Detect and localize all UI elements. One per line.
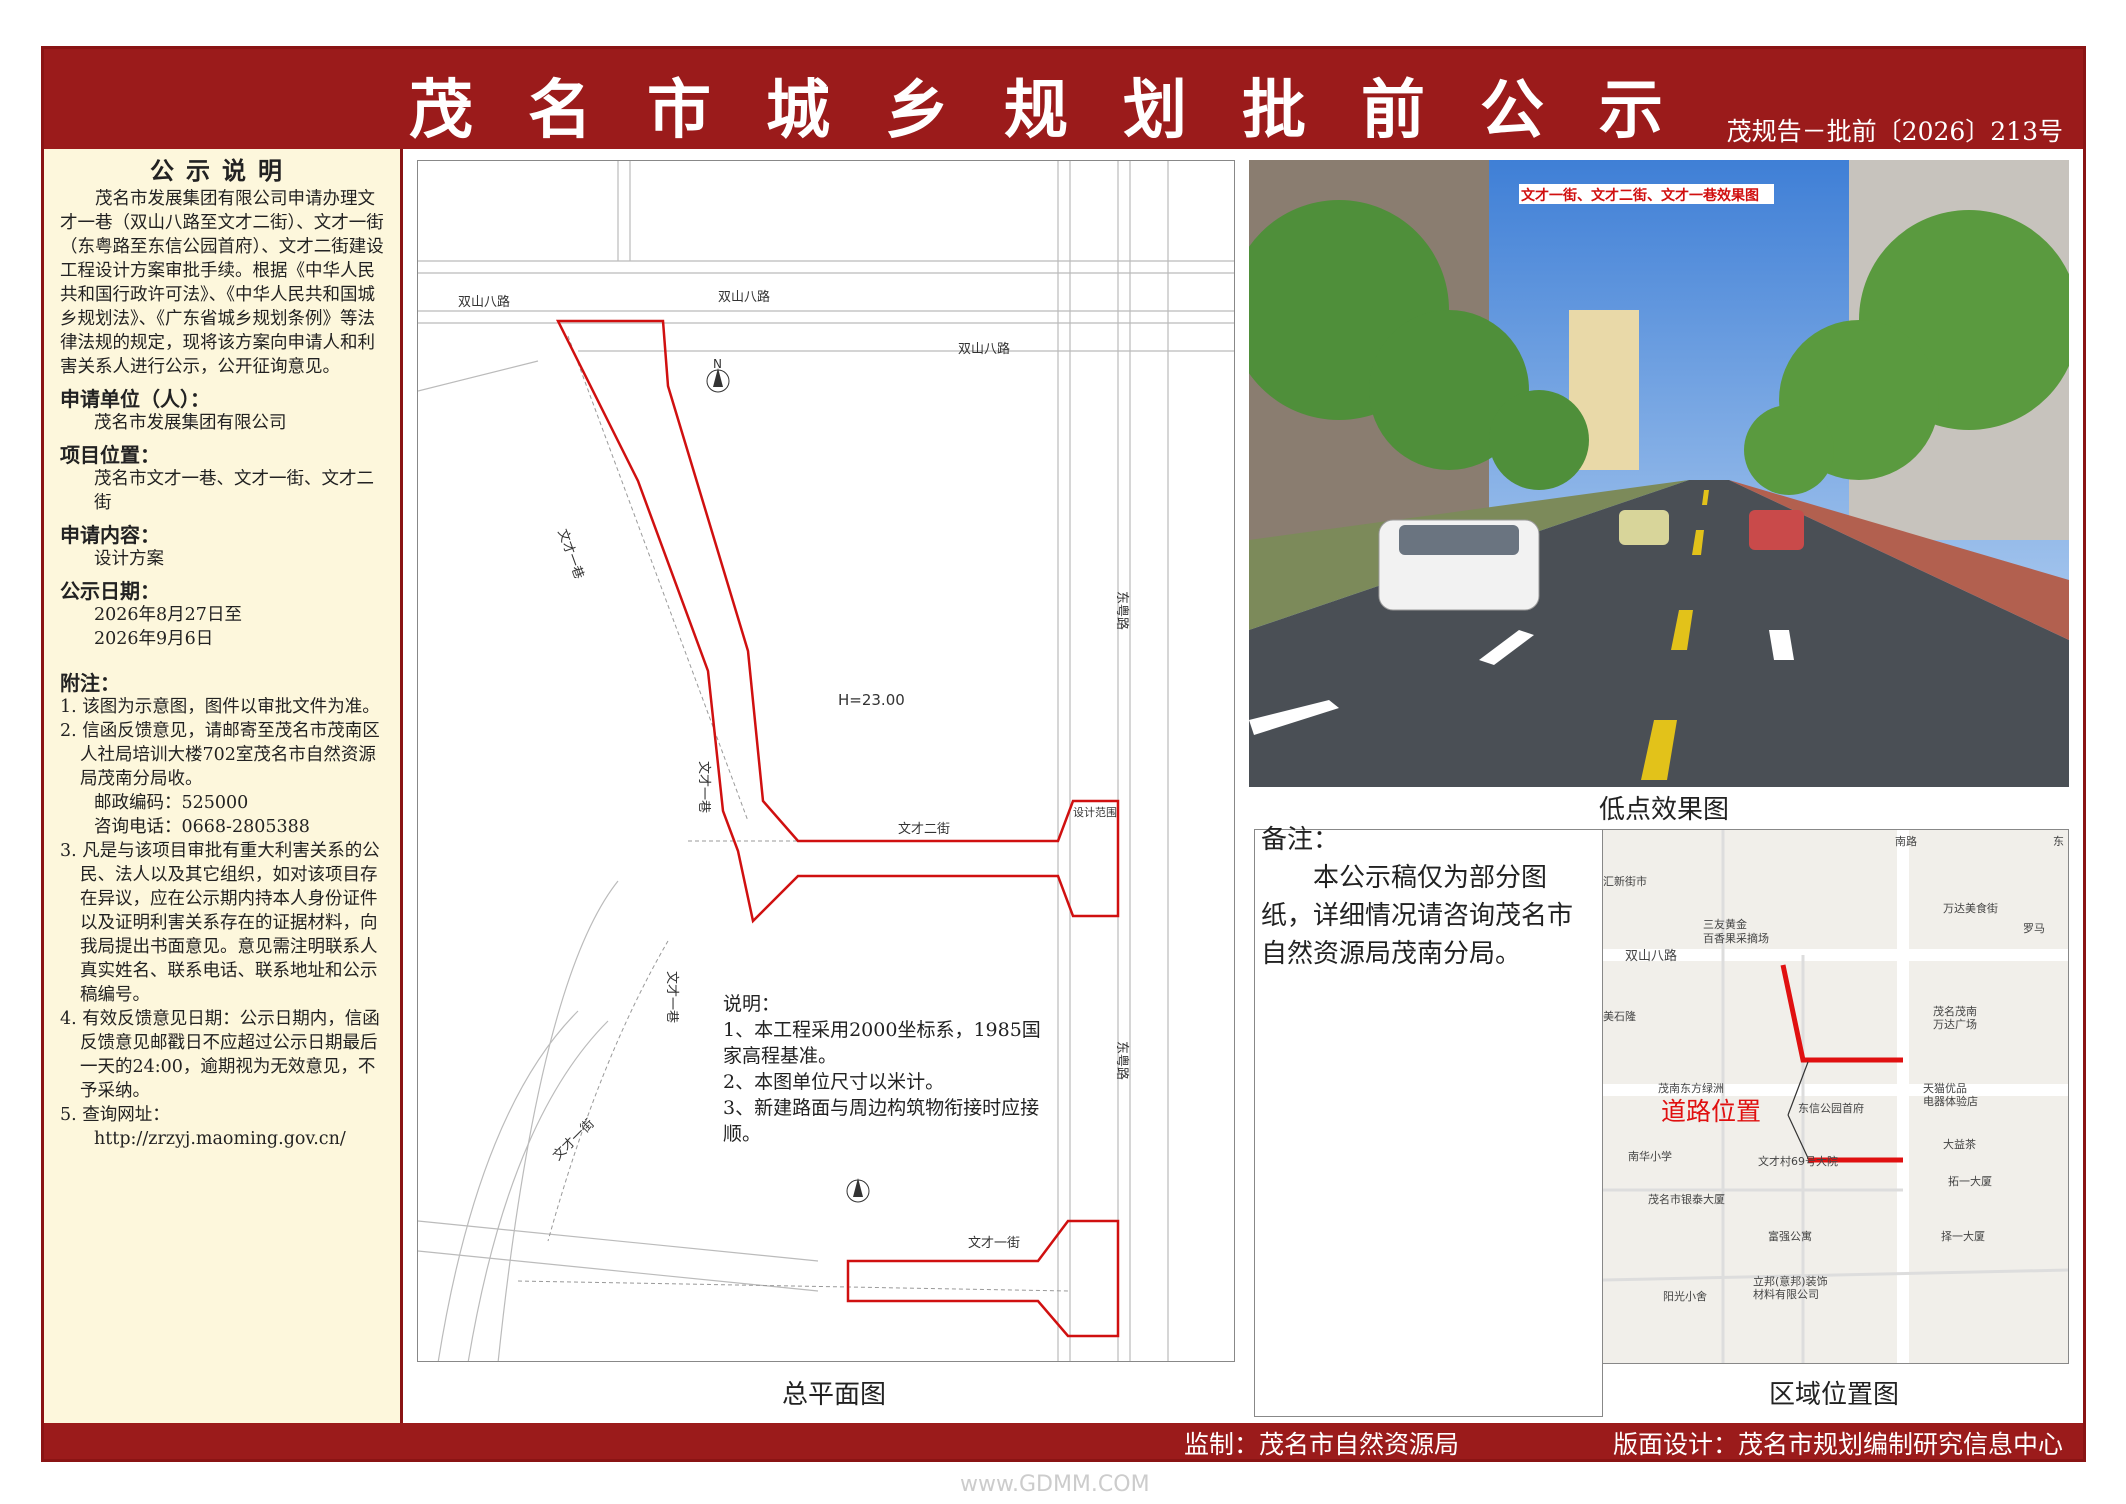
supervisor-credit: 监制：茂名市自然资源局 xyxy=(1184,1430,1460,1459)
explain-item-3: 3、新建路面与周边构筑物衔接时应接顺。 xyxy=(723,1097,1040,1145)
location-label: 项目位置： xyxy=(60,443,160,467)
render-banner: 文才一街、文才二街、文才一巷效果图 xyxy=(1521,188,1759,204)
location-value: 茂名市文才一巷、文才一街、文才二街 xyxy=(94,469,374,513)
poi-2: 百香果采摘场 xyxy=(1703,931,1769,945)
label-wencai-lane-2: 文才一巷 xyxy=(696,761,711,813)
road-position-marker xyxy=(1780,964,1903,1163)
remarks-text: 本公示稿仅为部分图纸，详细情况请咨询茂名市自然资源局茂南分局。 xyxy=(1261,863,1574,969)
postcode: 邮政编码：525000 xyxy=(94,793,249,813)
location-map: 道路位置 汇新街市 三友黄金 百香果采摘场 双山八路 万达美食街 罗马 茂名茂南… xyxy=(1602,829,2069,1364)
car-red xyxy=(1749,510,1804,550)
watermark: www.GDMM.COM xyxy=(960,1472,1150,1497)
site-plan-caption: 总平面图 xyxy=(781,1380,886,1410)
poi-5: 罗马 xyxy=(2023,922,2045,935)
car-yellow xyxy=(1619,510,1669,545)
notice-board: 茂名市城乡规划批前公示 茂规告－批前〔2026〕213号 公示说明 茂名市发展集… xyxy=(41,46,2086,1462)
poi-15: 文才村69号大院 xyxy=(1758,1154,1838,1168)
label-dongyue-road-2: 东粤路 xyxy=(1114,1041,1130,1080)
note-4: 4. 有效反馈意见日期：公示日期内，信函反馈意见邮戳日不应超过公示日期最后一天的… xyxy=(60,1009,380,1101)
poi-12: 东信公园首府 xyxy=(1798,1101,1864,1115)
date-label: 公示日期： xyxy=(60,579,160,603)
poi-0: 汇新街市 xyxy=(1603,874,1647,888)
poi-8: 美石隆 xyxy=(1603,1009,1636,1023)
applicant-label: 申请单位（人）： xyxy=(60,387,210,411)
poi-20: 立邦(意邦)装饰 xyxy=(1753,1274,1828,1288)
label-shuangshan-road-3: 双山八路 xyxy=(958,341,1010,357)
applicant-value: 茂名市发展集团有限公司 xyxy=(94,413,287,433)
poi-19: 择一大厦 xyxy=(1941,1229,1985,1243)
notice-body: 茂名市发展集团有限公司申请办理文才一巷（双山八路至文才二街）、文才一街（东粤路至… xyxy=(60,189,384,377)
car-white-suv xyxy=(1378,519,1540,611)
poi-22: 阳光小舍 xyxy=(1663,1289,1707,1303)
poi-18: 富强公寓 xyxy=(1768,1229,1812,1243)
site-plan-panel: 双山八路 双山八路 双山八路 文才一巷 文才一巷 文才一巷 文才二街 文才一街 … xyxy=(417,160,1235,1362)
date-to: 2026年9月6日 xyxy=(94,629,214,649)
poi-23: 南路 xyxy=(1895,835,1917,848)
notice-heading: 公示说明 xyxy=(150,156,294,185)
date-from: 2026年8月27日至 xyxy=(94,605,242,625)
poi-13: 大益茶 xyxy=(1943,1137,1976,1151)
road-position-label: 道路位置 xyxy=(1661,1097,1761,1126)
header-bar: 茂名市城乡规划批前公示 茂规告－批前〔2026〕213号 xyxy=(44,49,2083,149)
label-elevation: H=23.00 xyxy=(838,691,905,709)
note-1: 1. 该图为示意图，图件以审批文件为准。 xyxy=(60,697,380,717)
poi-11: 茂南东方绿洲 xyxy=(1658,1081,1724,1095)
label-design-scope: 设计范围 xyxy=(1073,805,1117,819)
poi-24: 东 xyxy=(2053,835,2064,848)
poi-4: 万达美食街 xyxy=(1943,901,1998,915)
north-label: N xyxy=(713,357,722,371)
query-url[interactable]: http://zrzyj.maoming.gov.cn/ xyxy=(60,1127,384,1151)
label-wencai-1st-street-2: 文才一街 xyxy=(550,1116,597,1163)
poi-10: 电器体验店 xyxy=(1923,1094,1978,1108)
north-arrow-top: N xyxy=(706,357,730,393)
location-map-caption: 区域位置图 xyxy=(1768,1380,1899,1410)
label-shuangshan-road-1: 双山八路 xyxy=(458,294,510,310)
content-value: 设计方案 xyxy=(94,549,164,569)
poi-1: 三友黄金 xyxy=(1703,917,1747,931)
label-shuangshan-road-2: 双山八路 xyxy=(718,289,770,305)
notes-title: 附注： xyxy=(60,671,120,695)
note-2: 2. 信函反馈意见，请邮寄至茂名市茂南区人社局培训大楼702室茂名市自然资源局茂… xyxy=(60,721,380,789)
label-wencai-lane-3: 文才一巷 xyxy=(664,971,679,1023)
remarks-text-block: 备注： 本公示稿仅为部分图纸，详细情况请咨询茂名市自然资源局茂南分局。 xyxy=(1261,821,1581,973)
label-wencai-1st-street: 文才一街 xyxy=(968,1236,1020,1251)
explain-item-2: 2、本图单位尺寸以米计。 xyxy=(723,1071,945,1093)
designer-credit: 版面设计：茂名市规划编制研究信息中心 xyxy=(1612,1430,2063,1459)
explain-title: 说明： xyxy=(723,993,781,1015)
poi-7: 万达广场 xyxy=(1933,1017,1977,1031)
site-plan-drawing: 双山八路 双山八路 双山八路 文才一巷 文才一巷 文才一巷 文才二街 文才一街 … xyxy=(418,161,1234,1361)
notice-panel: 公示说明 茂名市发展集团有限公司申请办理文才一巷（双山八路至文才二街）、文才一街… xyxy=(44,149,403,1426)
explain-item-1: 1、本工程采用2000坐标系，1985国家高程基准。 xyxy=(723,1019,1041,1067)
plan-explanation: 说明： 1、本工程采用2000坐标系，1985国家高程基准。 2、本图单位尺寸以… xyxy=(723,991,1053,1147)
label-wencai-lane: 文才一巷 xyxy=(554,527,586,581)
street-rendering: 文才一街、文才二街、文才一巷效果图 xyxy=(1249,160,2069,787)
content-label: 申请内容： xyxy=(60,523,160,547)
label-wencai-2nd-street: 文才二街 xyxy=(898,822,950,837)
poi-21: 材料有限公司 xyxy=(1753,1287,1819,1301)
poi-9: 天猫优品 xyxy=(1923,1082,1967,1095)
poi-17: 茂名市银泰大厦 xyxy=(1648,1192,1725,1206)
north-arrow-bottom xyxy=(846,1178,870,1203)
document-number: 茂规告－批前〔2026〕213号 xyxy=(1726,117,2063,146)
remarks-title: 备注： xyxy=(1261,825,1340,855)
note-5: 5. 查询网址： xyxy=(60,1105,170,1125)
note-3: 3. 凡是与该项目审批有重大利害关系的公民、法人以及其它组织，如对该项目存在异议… xyxy=(60,841,380,1005)
phone: 咨询电话：0668-2805388 xyxy=(94,817,310,837)
poi-3: 双山八路 xyxy=(1625,948,1677,964)
poi-16: 拓一大厦 xyxy=(1948,1174,1992,1188)
label-dongyue-road: 东粤路 xyxy=(1114,591,1130,630)
poi-14: 南华小学 xyxy=(1628,1149,1672,1163)
poi-6: 茂名茂南 xyxy=(1933,1004,1977,1018)
footer-bar: 监制：茂名市自然资源局 版面设计：茂名市规划编制研究信息中心 xyxy=(44,1423,2083,1459)
rendering-caption: 低点效果图 xyxy=(1598,795,1729,825)
